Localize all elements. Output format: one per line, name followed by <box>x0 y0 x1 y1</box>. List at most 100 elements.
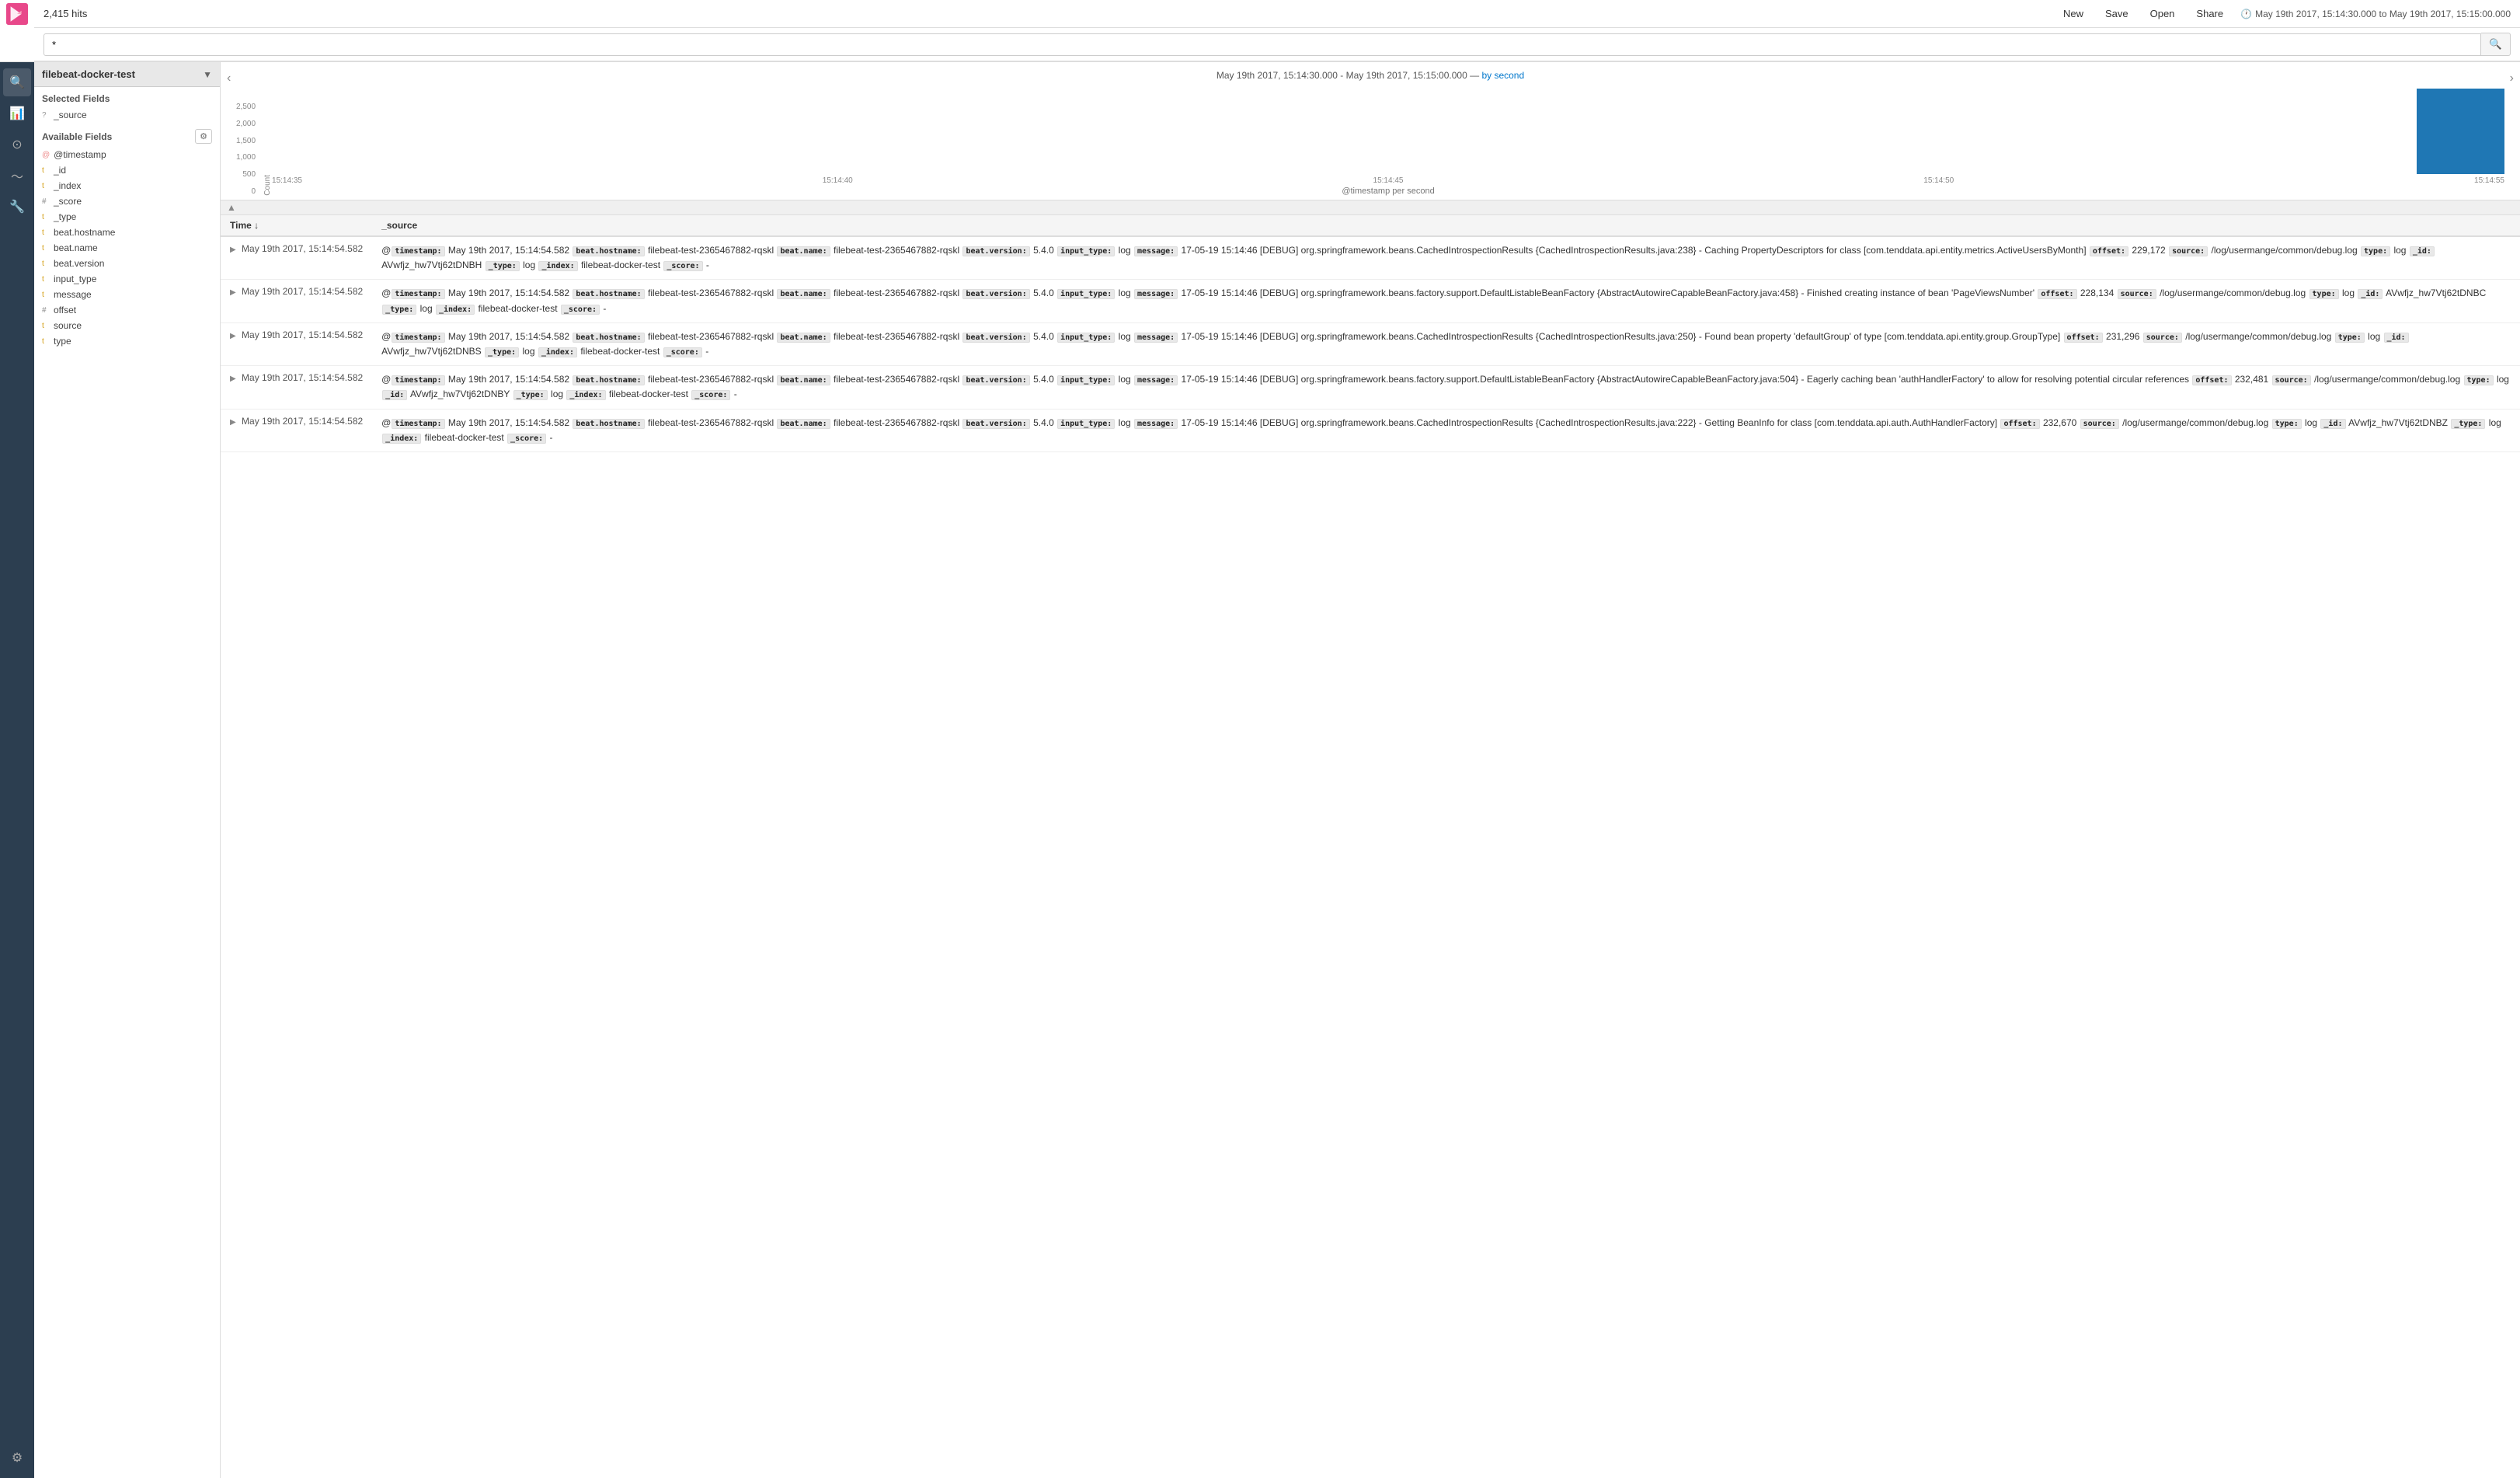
time-cell: ▶ May 19th 2017, 15:14:54.582 <box>221 236 372 280</box>
chart-bars <box>272 81 2504 174</box>
y-label-1500: 1,500 <box>236 137 256 145</box>
field-item-beat-name[interactable]: t beat.name <box>34 240 220 256</box>
field-item-id[interactable]: t _id <box>34 162 220 178</box>
sort-icon: ↓ <box>254 220 259 231</box>
source-cell: @timestamp: May 19th 2017, 15:14:54.582 … <box>372 322 2520 365</box>
y-label-0: 0 <box>236 187 256 196</box>
new-button[interactable]: New <box>2059 6 2088 21</box>
kibana-logo <box>0 0 34 28</box>
chart-bar-active <box>2417 89 2504 174</box>
save-button[interactable]: Save <box>2101 6 2133 21</box>
chart-y-title: Count <box>260 175 272 196</box>
field-type-source: ? <box>42 111 50 120</box>
index-name: filebeat-docker-test <box>42 68 135 80</box>
source-line: @timestamp: May 19th 2017, 15:14:54.582 … <box>381 243 2511 273</box>
field-item-source[interactable]: ? _source <box>34 107 220 123</box>
y-label-2000: 2,000 <box>236 120 256 128</box>
col-time-header[interactable]: Time ↓ <box>221 215 372 236</box>
index-selector[interactable]: filebeat-docker-test ▼ <box>34 62 220 87</box>
field-item-message[interactable]: t message <box>34 287 220 302</box>
nav-timelion[interactable]: 〜 <box>3 162 31 190</box>
field-item-source-field[interactable]: t source <box>34 318 220 333</box>
field-name-beat-version: beat.version <box>54 258 104 269</box>
field-name-offset: offset <box>54 305 76 315</box>
sidebar: filebeat-docker-test ▼ Selected Fields ?… <box>34 62 221 1478</box>
field-name-type-meta: _type <box>54 211 76 222</box>
app-header-main: 2,415 hits New Save Open Share 🕐 May 19t… <box>34 0 2520 61</box>
expand-row-button[interactable]: ▶ <box>230 375 236 383</box>
field-type-beat-version: t <box>42 260 50 268</box>
field-name-source: _source <box>54 110 87 120</box>
expand-row-button[interactable]: ▶ <box>230 418 236 427</box>
field-name-message: message <box>54 289 92 300</box>
chart-x-axis: 15:14:35 15:14:40 15:14:45 15:14:50 15:1… <box>272 176 2504 185</box>
chart-nav-left[interactable]: ‹ <box>227 71 231 85</box>
field-item-timestamp[interactable]: @ @timestamp <box>34 147 220 162</box>
field-item-type-field[interactable]: t type <box>34 333 220 349</box>
available-fields-list: @ @timestamp t _id t _index # _score t _… <box>34 147 220 349</box>
table-header-row: Time ↓ _source <box>221 215 2520 236</box>
discover-icon: 🔍 <box>9 75 25 90</box>
field-item-beat-version[interactable]: t beat.version <box>34 256 220 271</box>
main-layout: 🔍 📊 ⊙ 〜 🔧 ⚙ filebeat-docker-test ▼ Selec… <box>0 62 2520 1478</box>
source-cell: @timestamp: May 19th 2017, 15:14:54.582 … <box>372 280 2520 322</box>
search-input[interactable] <box>44 33 2481 56</box>
nav-management[interactable]: ⚙ <box>3 1444 31 1472</box>
field-item-type-meta[interactable]: t _type <box>34 209 220 225</box>
nav-devtools[interactable]: 🔧 <box>3 193 31 221</box>
open-button[interactable]: Open <box>2146 6 2180 21</box>
table-row: ▶ May 19th 2017, 15:14:54.582 @timestamp… <box>221 322 2520 365</box>
field-item-index[interactable]: t _index <box>34 178 220 193</box>
clock-icon: 🕐 <box>2240 9 2252 19</box>
share-button[interactable]: Share <box>2191 6 2228 21</box>
source-line: @timestamp: May 19th 2017, 15:14:54.582 … <box>381 372 2511 402</box>
nav-visualize[interactable]: 📊 <box>3 99 31 127</box>
nav-dashboard[interactable]: ⊙ <box>3 131 31 159</box>
field-name-beat-name: beat.name <box>54 242 98 253</box>
fields-settings-button[interactable]: ⚙ <box>195 129 212 144</box>
table-row: ▶ May 19th 2017, 15:14:54.582 @timestamp… <box>221 409 2520 451</box>
selected-fields-list: ? _source <box>34 107 220 123</box>
field-item-beat-hostname[interactable]: t beat.hostname <box>34 225 220 240</box>
field-name-source-field: source <box>54 320 82 331</box>
table-row: ▶ May 19th 2017, 15:14:54.582 @timestamp… <box>221 280 2520 322</box>
field-type-type-meta: t <box>42 213 50 221</box>
y-label-1000: 1,000 <box>236 153 256 162</box>
available-fields-label: Available Fields <box>42 131 112 142</box>
field-name-timestamp: @timestamp <box>54 149 106 160</box>
results-area: Time ↓ _source ▶ May 19th 2017, 15:14:54… <box>221 215 2520 1478</box>
field-name-type-field: type <box>54 336 71 347</box>
by-second-link[interactable]: by second <box>1481 70 1524 81</box>
index-dropdown-button[interactable]: ▼ <box>203 69 212 80</box>
x-label-5: 15:14:55 <box>2474 176 2504 185</box>
field-type-score: # <box>42 197 50 206</box>
expand-row-button[interactable]: ▶ <box>230 332 236 340</box>
chart-collapse-button[interactable]: ▲ <box>227 202 236 213</box>
results-table: Time ↓ _source ▶ May 19th 2017, 15:14:54… <box>221 215 2520 452</box>
time-cell: ▶ May 19th 2017, 15:14:54.582 <box>221 280 372 322</box>
content-area: ‹ May 19th 2017, 15:14:30.000 - May 19th… <box>221 62 2520 1478</box>
source-cell: @timestamp: May 19th 2017, 15:14:54.582 … <box>372 366 2520 409</box>
expand-row-button[interactable]: ▶ <box>230 246 236 254</box>
expand-row-button[interactable]: ▶ <box>230 288 236 297</box>
field-item-input-type[interactable]: t input_type <box>34 271 220 287</box>
field-item-score[interactable]: # _score <box>34 193 220 209</box>
chart-nav-right[interactable]: › <box>2510 71 2514 85</box>
nav-discover[interactable]: 🔍 <box>3 68 31 96</box>
timelion-icon: 〜 <box>11 166 23 185</box>
field-type-type-field: t <box>42 337 50 346</box>
field-type-beat-hostname: t <box>42 228 50 237</box>
field-type-beat-name: t <box>42 244 50 253</box>
search-bar: 🔍 <box>34 28 2520 61</box>
chart-title: May 19th 2017, 15:14:30.000 - May 19th 2… <box>1216 70 1467 81</box>
field-item-offset[interactable]: # offset <box>34 302 220 318</box>
y-label-2500: 2,500 <box>236 103 256 111</box>
search-button[interactable]: 🔍 <box>2481 33 2511 56</box>
y-label-500: 500 <box>236 170 256 179</box>
time-cell: ▶ May 19th 2017, 15:14:54.582 <box>221 366 372 409</box>
col-source-header: _source <box>372 215 2520 236</box>
chart-container: ‹ May 19th 2017, 15:14:30.000 - May 19th… <box>221 62 2520 200</box>
field-type-offset: # <box>42 306 50 315</box>
top-bar-left: 2,415 hits <box>44 8 87 19</box>
x-label-2: 15:14:40 <box>823 176 853 185</box>
